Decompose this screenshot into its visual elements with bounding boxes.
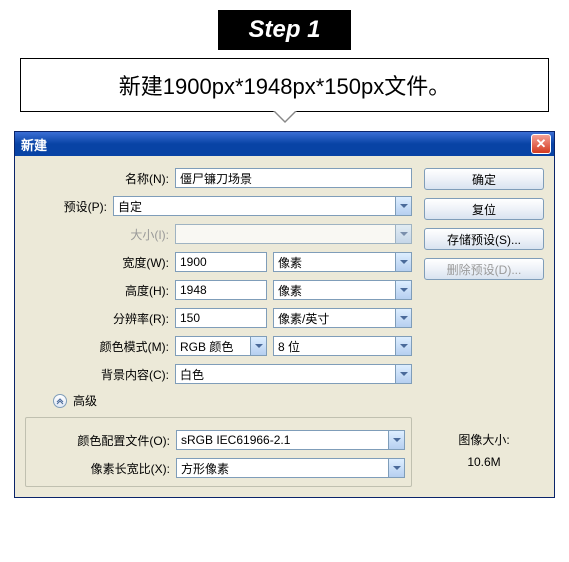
background-label: 背景内容(C): bbox=[25, 366, 175, 383]
width-unit-select[interactable]: 像素 bbox=[273, 252, 412, 272]
color-profile-value: sRGB IEC61966-2.1 bbox=[177, 433, 388, 447]
resolution-unit-select[interactable]: 像素/英寸 bbox=[273, 308, 412, 328]
color-profile-select[interactable]: sRGB IEC61966-2.1 bbox=[176, 430, 405, 450]
height-unit-value: 像素 bbox=[274, 282, 395, 299]
image-size-value: 10.6M bbox=[424, 452, 544, 474]
pixel-aspect-label: 像素长宽比(X): bbox=[32, 460, 176, 477]
color-mode-label: 颜色模式(M): bbox=[25, 338, 175, 355]
ok-button[interactable]: 确定 bbox=[424, 168, 544, 190]
resolution-field[interactable] bbox=[175, 308, 267, 328]
width-unit-value: 像素 bbox=[274, 254, 395, 271]
advanced-group: 颜色配置文件(O): sRGB IEC61966-2.1 像素长宽比(X): 方… bbox=[25, 417, 412, 487]
delete-preset-button: 删除预设(D)... bbox=[424, 258, 544, 280]
color-depth-value: 8 位 bbox=[274, 338, 395, 355]
step-badge: Step 1 bbox=[218, 10, 350, 50]
new-document-dialog: 新建 ✕ 名称(N): 预设(P): 自定 bbox=[14, 131, 555, 498]
color-profile-label: 颜色配置文件(O): bbox=[32, 432, 176, 449]
height-field[interactable] bbox=[175, 280, 267, 300]
resolution-label: 分辨率(R): bbox=[25, 310, 175, 327]
preset-label: 预设(P): bbox=[25, 198, 113, 215]
color-mode-select[interactable]: RGB 颜色 bbox=[175, 336, 267, 356]
close-icon: ✕ bbox=[536, 136, 547, 152]
size-select bbox=[175, 224, 412, 244]
chevron-down-icon bbox=[250, 337, 266, 355]
height-label: 高度(H): bbox=[25, 282, 175, 299]
chevron-down-icon bbox=[395, 337, 411, 355]
save-preset-button[interactable]: 存储预设(S)... bbox=[424, 228, 544, 250]
chevron-down-icon bbox=[395, 281, 411, 299]
preset-select[interactable]: 自定 bbox=[113, 196, 412, 216]
chevron-up-icon bbox=[56, 397, 64, 405]
image-size-label: 图像大小: bbox=[424, 430, 544, 452]
chevron-down-icon bbox=[388, 431, 404, 449]
name-field[interactable] bbox=[175, 168, 412, 188]
advanced-label: 高级 bbox=[73, 392, 97, 409]
advanced-toggle[interactable] bbox=[53, 394, 67, 408]
resolution-unit-value: 像素/英寸 bbox=[274, 310, 395, 327]
chevron-down-icon bbox=[395, 309, 411, 327]
chevron-down-icon bbox=[388, 459, 404, 477]
color-depth-select[interactable]: 8 位 bbox=[273, 336, 412, 356]
background-value: 白色 bbox=[176, 366, 395, 383]
titlebar: 新建 ✕ bbox=[15, 132, 554, 156]
background-select[interactable]: 白色 bbox=[175, 364, 412, 384]
chevron-down-icon bbox=[395, 197, 411, 215]
width-field[interactable] bbox=[175, 252, 267, 272]
instruction-text: 新建1900px*1948px*150px文件。 bbox=[20, 58, 549, 112]
chevron-down-icon bbox=[395, 253, 411, 271]
name-label: 名称(N): bbox=[25, 170, 175, 187]
pointer-arrow bbox=[273, 111, 297, 123]
close-button[interactable]: ✕ bbox=[531, 134, 551, 154]
color-mode-value: RGB 颜色 bbox=[176, 338, 250, 355]
width-label: 宽度(W): bbox=[25, 254, 175, 271]
preset-value: 自定 bbox=[114, 198, 395, 215]
chevron-down-icon bbox=[395, 225, 411, 243]
dialog-title: 新建 bbox=[21, 135, 531, 154]
pixel-aspect-select[interactable]: 方形像素 bbox=[176, 458, 405, 478]
reset-button[interactable]: 复位 bbox=[424, 198, 544, 220]
pixel-aspect-value: 方形像素 bbox=[177, 460, 388, 477]
size-label: 大小(I): bbox=[25, 226, 175, 243]
height-unit-select[interactable]: 像素 bbox=[273, 280, 412, 300]
chevron-down-icon bbox=[395, 365, 411, 383]
image-size-info: 图像大小: 10.6M bbox=[424, 430, 544, 473]
